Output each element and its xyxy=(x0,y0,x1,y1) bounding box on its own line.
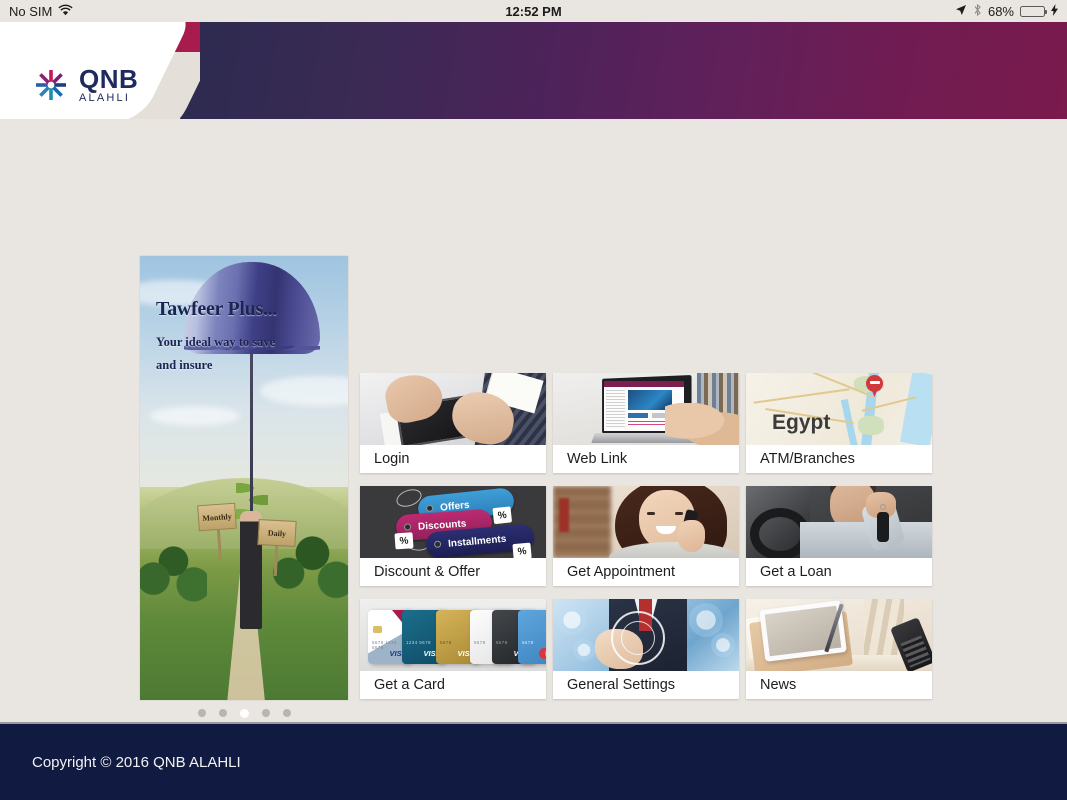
appointment-illustration xyxy=(553,486,739,558)
map-illustration: Egypt xyxy=(746,373,932,445)
tile-image-loan xyxy=(746,486,932,558)
tile-atm-branches[interactable]: Egypt ATM/Branches xyxy=(746,373,932,473)
tile-image-login xyxy=(360,373,546,445)
tile-image-card: 5678 1234 5678 VISA 1234 5678 VISA 5678 VIS… xyxy=(360,599,546,671)
carousel-dot-4[interactable] xyxy=(261,709,270,717)
lightning-bolt-icon xyxy=(1051,3,1058,19)
tile-login[interactable]: Login xyxy=(360,373,546,473)
banner-text: Tawfeer Plus... Your ideal way to save a… xyxy=(156,298,277,375)
tile-image-appointment xyxy=(553,486,739,558)
settings-illustration xyxy=(553,599,739,671)
tile-loan[interactable]: Get a Loan xyxy=(746,486,932,586)
tile-label-login: Login xyxy=(360,445,546,473)
promo-banner[interactable]: Monthly Daily Tawfeer Plus... Your ideal… xyxy=(140,256,348,700)
wifi-icon xyxy=(58,4,73,18)
bluetooth-icon xyxy=(973,3,982,20)
banner-subtitle-line1: Your ideal way to save xyxy=(156,335,276,349)
banner-subtitle-line2: and insure xyxy=(156,357,213,372)
battery-icon xyxy=(1020,5,1047,17)
carousel-dot-2[interactable] xyxy=(218,709,227,717)
location-arrow-icon xyxy=(955,4,967,19)
tile-appointment[interactable]: Get Appointment xyxy=(553,486,739,586)
app-footer: Copyright © 2016 QNB ALAHLI xyxy=(0,722,1067,800)
loan-illustration xyxy=(746,486,932,558)
carousel-dot-1[interactable] xyxy=(197,709,206,717)
tile-label-discount: Discount & Offer xyxy=(360,558,546,586)
tile-label-web-link: Web Link xyxy=(553,445,739,473)
tile-label-settings: General Settings xyxy=(553,671,739,699)
banner-sign-daily: Daily xyxy=(257,519,297,547)
brand-subname: ALAHLI xyxy=(79,92,131,104)
tile-discount[interactable]: Offers% Discounts% Installments% Discoun… xyxy=(360,486,546,586)
carousel-dot-3[interactable] xyxy=(239,708,249,718)
tile-web-link[interactable]: Web Link xyxy=(553,373,739,473)
carousel-dots[interactable] xyxy=(140,705,348,721)
brand-wordmark: QNB ALAHLI xyxy=(79,66,138,104)
battery-percent-label: 68% xyxy=(987,3,1014,19)
weblink-illustration xyxy=(553,373,739,445)
map-country-label: Egypt xyxy=(772,411,831,434)
map-pin-icon xyxy=(866,375,883,397)
carrier-label: No SIM xyxy=(9,3,53,19)
status-bar: No SIM 12:52 PM 68% xyxy=(0,0,1067,22)
status-clock: 12:52 PM xyxy=(505,3,562,19)
banner-sign-monthly: Monthly xyxy=(197,502,237,532)
cards-illustration: 5678 1234 5678 VISA 1234 5678 VISA 5678 VIS… xyxy=(360,599,546,671)
tile-settings[interactable]: General Settings xyxy=(553,599,739,699)
tile-image-settings xyxy=(553,599,739,671)
app-header: QNB ALAHLI xyxy=(0,22,1067,119)
logo-panel[interactable]: QNB ALAHLI xyxy=(0,22,200,119)
tile-card[interactable]: 5678 1234 5678 VISA 1234 5678 VISA 5678 VIS… xyxy=(360,599,546,699)
news-illustration xyxy=(746,599,932,671)
brand-name: QNB xyxy=(79,64,139,94)
carousel-dot-5[interactable] xyxy=(282,709,291,717)
tile-label-news: News xyxy=(746,671,932,699)
discount-illustration: Offers% Discounts% Installments% xyxy=(360,486,546,558)
tile-label-card: Get a Card xyxy=(360,671,546,699)
tile-label-appointment: Get Appointment xyxy=(553,558,739,586)
banner-trees-left xyxy=(140,509,207,625)
tile-grid: Login Web Link Egypt ATM/Branches Offers… xyxy=(360,373,938,700)
qnb-star-icon xyxy=(33,67,69,103)
tile-news[interactable]: News xyxy=(746,599,932,699)
tile-label-atm-branches: ATM/Branches xyxy=(746,445,932,473)
banner-cloud xyxy=(150,406,240,426)
tile-label-loan: Get a Loan xyxy=(746,558,932,586)
tile-image-atm-branches: Egypt xyxy=(746,373,932,445)
copyright-label: Copyright © 2016 QNB ALAHLI xyxy=(32,753,241,771)
status-right: 68% xyxy=(955,3,1058,20)
main-content: Monthly Daily Tawfeer Plus... Your ideal… xyxy=(0,119,1067,722)
status-left: No SIM xyxy=(9,4,73,19)
mastercard-icon xyxy=(539,648,546,659)
banner-title: Tawfeer Plus... xyxy=(156,298,278,320)
tile-image-web-link xyxy=(553,373,739,445)
login-illustration xyxy=(360,373,546,445)
tile-image-discount: Offers% Discounts% Installments% xyxy=(360,486,546,558)
tile-image-news xyxy=(746,599,932,671)
brand-logo[interactable]: QNB ALAHLI xyxy=(33,66,138,104)
